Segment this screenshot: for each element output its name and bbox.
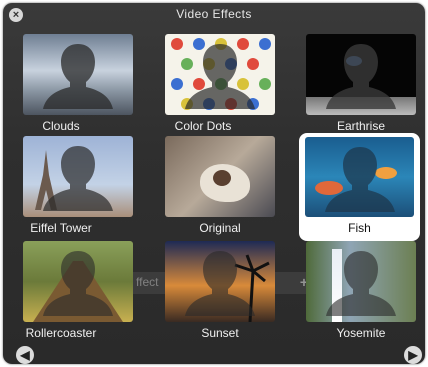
effect-tile-fish[interactable] [305, 137, 414, 217]
selected-effect-highlight[interactable]: Fish [299, 133, 420, 241]
effect-label-sunset: Sunset [201, 326, 239, 340]
person-silhouette [326, 251, 396, 316]
effect-label-color-dots: Color Dots [174, 119, 232, 133]
effect-tile-sunset[interactable] [165, 241, 275, 322]
effect-tile-eiffel-tower[interactable] [23, 136, 133, 217]
arrow-right-icon: ▶ [408, 348, 418, 362]
window-title: Video Effects [176, 7, 252, 21]
effect-label-earthrise: Earthrise [336, 119, 386, 133]
effect-tile-clouds[interactable] [23, 34, 133, 115]
person-silhouette [326, 44, 396, 109]
background-effect-text: ffect [136, 275, 159, 289]
person-silhouette [185, 251, 255, 316]
effect-label-yosemite: Yosemite [336, 326, 386, 340]
person-silhouette [324, 147, 395, 212]
effect-tile-yosemite[interactable] [306, 241, 416, 322]
previous-page-button[interactable]: ◀ [16, 346, 34, 364]
effect-tile-earthrise[interactable] [306, 34, 416, 115]
person-silhouette [43, 44, 113, 109]
effect-label-original: Original [199, 221, 241, 235]
effect-label-rollercoaster: Rollercoaster [25, 326, 97, 340]
next-page-button[interactable]: ▶ [404, 346, 422, 364]
effect-label-eiffel-tower: Eiffel Tower [30, 221, 92, 235]
person-silhouette [43, 251, 113, 316]
dog-head-patch [213, 170, 231, 186]
effect-label-fish: Fish [348, 221, 371, 235]
person-silhouette [43, 146, 113, 211]
effect-tile-original[interactable] [165, 136, 275, 217]
effect-tile-color-dots[interactable] [165, 34, 275, 115]
video-effects-window: × Video Effects ffect + Clouds Color Dot… [3, 3, 425, 364]
effect-tile-rollercoaster[interactable] [23, 241, 133, 322]
effect-label-clouds: Clouds [42, 119, 80, 133]
person-silhouette [185, 44, 255, 109]
arrow-left-icon: ◀ [20, 348, 30, 362]
